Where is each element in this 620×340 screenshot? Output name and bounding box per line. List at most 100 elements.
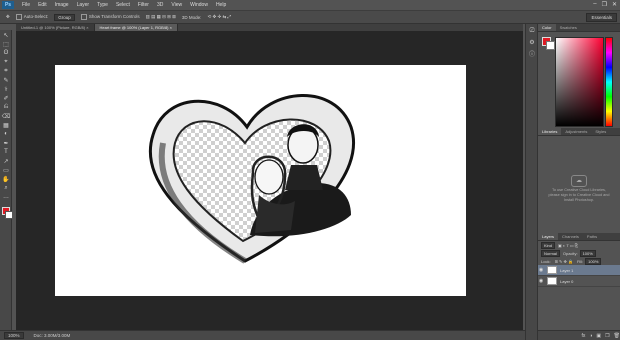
move-tool-icon[interactable]: ✥ — [6, 14, 10, 20]
options-bar: ✥ Auto-Select: Group Show Transform Cont… — [0, 11, 620, 24]
more-tools-icon[interactable]: … — [2, 193, 10, 201]
quick-select-tool-icon[interactable]: ⌖ — [2, 58, 10, 66]
document-canvas[interactable] — [55, 65, 466, 296]
healing-tool-icon[interactable]: ⚕ — [2, 85, 10, 93]
properties-panel-icon[interactable]: ⚙ — [528, 38, 536, 46]
gradient-tool-icon[interactable]: ▦ — [2, 121, 10, 129]
move-tool-icon[interactable]: ↖ — [2, 31, 10, 39]
eyedropper-tool-icon[interactable]: ✎ — [2, 76, 10, 84]
tab-channels[interactable]: Channels — [558, 233, 583, 240]
new-group-icon[interactable]: ▣ — [596, 333, 601, 339]
menu-3d[interactable]: 3D — [157, 2, 163, 8]
threed-mode-icons[interactable]: ⟲ ✥ ✣ ⇆ ⤢ — [207, 14, 231, 20]
color-panel-tabs: Color Swatches — [538, 24, 620, 32]
libraries-panel: Libraries Adjustments Styles ☁ To use Cr… — [538, 128, 620, 233]
new-layer-icon[interactable]: ❒ — [605, 333, 609, 339]
creative-cloud-icon: ☁ — [571, 175, 587, 187]
menu-file[interactable]: File — [22, 2, 30, 8]
path-select-tool-icon[interactable]: ↗ — [2, 157, 10, 165]
history-brush-tool-icon[interactable]: ⎌ — [2, 103, 10, 111]
history-panel-icon[interactable]: ⎚ — [528, 27, 536, 35]
tab-heart-frame[interactable]: Heart frame @ 100% (Layer 1, RGB/8) × — [94, 24, 178, 31]
color-picker-field[interactable] — [555, 37, 604, 127]
status-bar: 100% Doc: 3.00M/3.00M — [0, 330, 525, 340]
align-icons[interactable]: ▥ ▤ ▦ ⊟ ⊞ ⊠ — [146, 14, 176, 20]
menu-type[interactable]: Type — [97, 2, 108, 8]
tab-adjustments[interactable]: Adjustments — [561, 128, 591, 135]
close-icon[interactable]: ✕ — [612, 1, 617, 8]
tab-libraries[interactable]: Libraries — [538, 128, 562, 135]
tab-swatches[interactable]: Swatches — [556, 24, 581, 31]
eraser-tool-icon[interactable]: ⌫ — [2, 112, 10, 120]
dodge-tool-icon[interactable]: ◐ — [2, 130, 10, 138]
menu-window[interactable]: Window — [190, 2, 208, 8]
blend-row: Normal Opacity: 100% — [538, 249, 620, 257]
info-panel-icon[interactable]: ⓘ — [528, 49, 536, 58]
right-panel-dock: Color Swatches Libraries Adjustments Sty… — [538, 24, 620, 340]
filter-icons[interactable]: ▣ ◐ T ▭ ⎘ — [558, 243, 578, 248]
zoom-tool-icon[interactable]: ⌕ — [2, 184, 10, 192]
lasso-tool-icon[interactable]: ʘ — [2, 49, 10, 57]
window-controls: – ❐ ✕ — [593, 1, 617, 8]
menu-layer[interactable]: Layer — [77, 2, 90, 8]
blend-mode-dropdown[interactable]: Normal — [541, 249, 560, 257]
background-color-swatch[interactable] — [5, 211, 13, 219]
tab-color[interactable]: Color — [538, 24, 556, 31]
adjustment-layer-icon[interactable]: ◑ — [589, 333, 592, 339]
menu-view[interactable]: View — [171, 2, 182, 8]
layer-name: Layer 0 — [560, 278, 574, 284]
visibility-eye-icon[interactable]: ◉ — [538, 267, 544, 273]
hue-slider[interactable] — [605, 37, 613, 127]
menu-help[interactable]: Help — [216, 2, 226, 8]
marquee-tool-icon[interactable]: ⬚ — [2, 40, 10, 48]
crop-tool-icon[interactable]: ⌗ — [2, 67, 10, 75]
hand-tool-icon[interactable]: ✋ — [2, 175, 10, 183]
auto-select-toggle[interactable]: Auto-Select: — [15, 14, 48, 20]
workspace-switcher[interactable]: Essentials — [586, 13, 617, 22]
tab-styles[interactable]: Styles — [591, 128, 610, 135]
restore-icon[interactable]: ❐ — [602, 1, 607, 8]
layer-style-icon[interactable]: fx — [582, 333, 586, 339]
zoom-level-field[interactable]: 100% — [4, 332, 24, 339]
libraries-panel-tabs: Libraries Adjustments Styles — [538, 128, 620, 136]
tab-paths[interactable]: Paths — [583, 233, 601, 240]
opacity-field[interactable]: 100% — [579, 249, 596, 257]
menu-filter[interactable]: Filter — [138, 2, 149, 8]
menu-select[interactable]: Select — [116, 2, 130, 8]
layer-name: Layer 1 — [560, 267, 574, 273]
auto-select-dropdown[interactable]: Group — [54, 13, 75, 21]
visibility-eye-icon[interactable]: ◉ — [538, 278, 544, 284]
show-transform-checkbox[interactable] — [80, 14, 87, 20]
minimize-icon[interactable]: – — [593, 1, 596, 8]
trash-icon[interactable]: 🗑 — [614, 333, 620, 339]
layer-row-layer-1[interactable]: ◉ Layer 1 — [538, 265, 620, 276]
menu-edit[interactable]: Edit — [38, 2, 47, 8]
auto-select-checkbox[interactable] — [15, 14, 22, 20]
opacity-label: Opacity: — [562, 250, 578, 256]
show-transform-toggle[interactable]: Show Transform Controls — [80, 14, 140, 20]
tab-untitled[interactable]: Untitled-1 @ 100% (Picture, RGB/8) × — [16, 24, 95, 31]
kind-filter-dropdown[interactable]: Kind — [541, 241, 556, 249]
type-tool-icon[interactable]: T — [2, 148, 10, 156]
layers-panel: Layers Channels Paths Kind ▣ ◐ T ▭ ⎘ Nor… — [538, 233, 620, 340]
tab-layers[interactable]: Layers — [538, 233, 559, 240]
photoshop-logo: Ps — [2, 1, 14, 9]
lock-row: Lock: ⊞ ✎ ✥ 🔒 Fill: 100% — [538, 257, 620, 265]
lock-label: Lock: — [541, 258, 551, 264]
lock-icons[interactable]: ⊞ ✎ ✥ 🔒 — [555, 259, 573, 264]
threed-mode-label: 3D Mode: — [181, 14, 202, 20]
layers-bottom-toolbar: fx ◑ ▣ ❒ 🗑 — [538, 330, 620, 340]
document-info[interactable]: Doc: 3.00M/3.00M — [34, 333, 71, 338]
document-tab-bar: Untitled-1 @ 100% (Picture, RGB/8) × Hea… — [16, 24, 523, 31]
toolbox: ↖ ⬚ ʘ ⌖ ⌗ ✎ ⚕ ✐ ⎌ ⌫ ▦ ◐ ✒ T ↗ ▭ ✋ ⌕ … — [0, 30, 13, 330]
layer-row-layer-0[interactable]: ◉ Layer 0 — [538, 276, 620, 287]
layers-panel-tabs: Layers Channels Paths — [538, 233, 620, 241]
heart-frame-artwork — [148, 94, 355, 264]
brush-tool-icon[interactable]: ✐ — [2, 94, 10, 102]
pen-tool-icon[interactable]: ✒ — [2, 139, 10, 147]
panel-background-swatch[interactable] — [546, 41, 555, 50]
menu-image[interactable]: Image — [55, 2, 69, 8]
shape-tool-icon[interactable]: ▭ — [2, 166, 10, 174]
layer-thumbnail — [547, 266, 557, 274]
fill-field[interactable]: 100% — [585, 257, 602, 265]
